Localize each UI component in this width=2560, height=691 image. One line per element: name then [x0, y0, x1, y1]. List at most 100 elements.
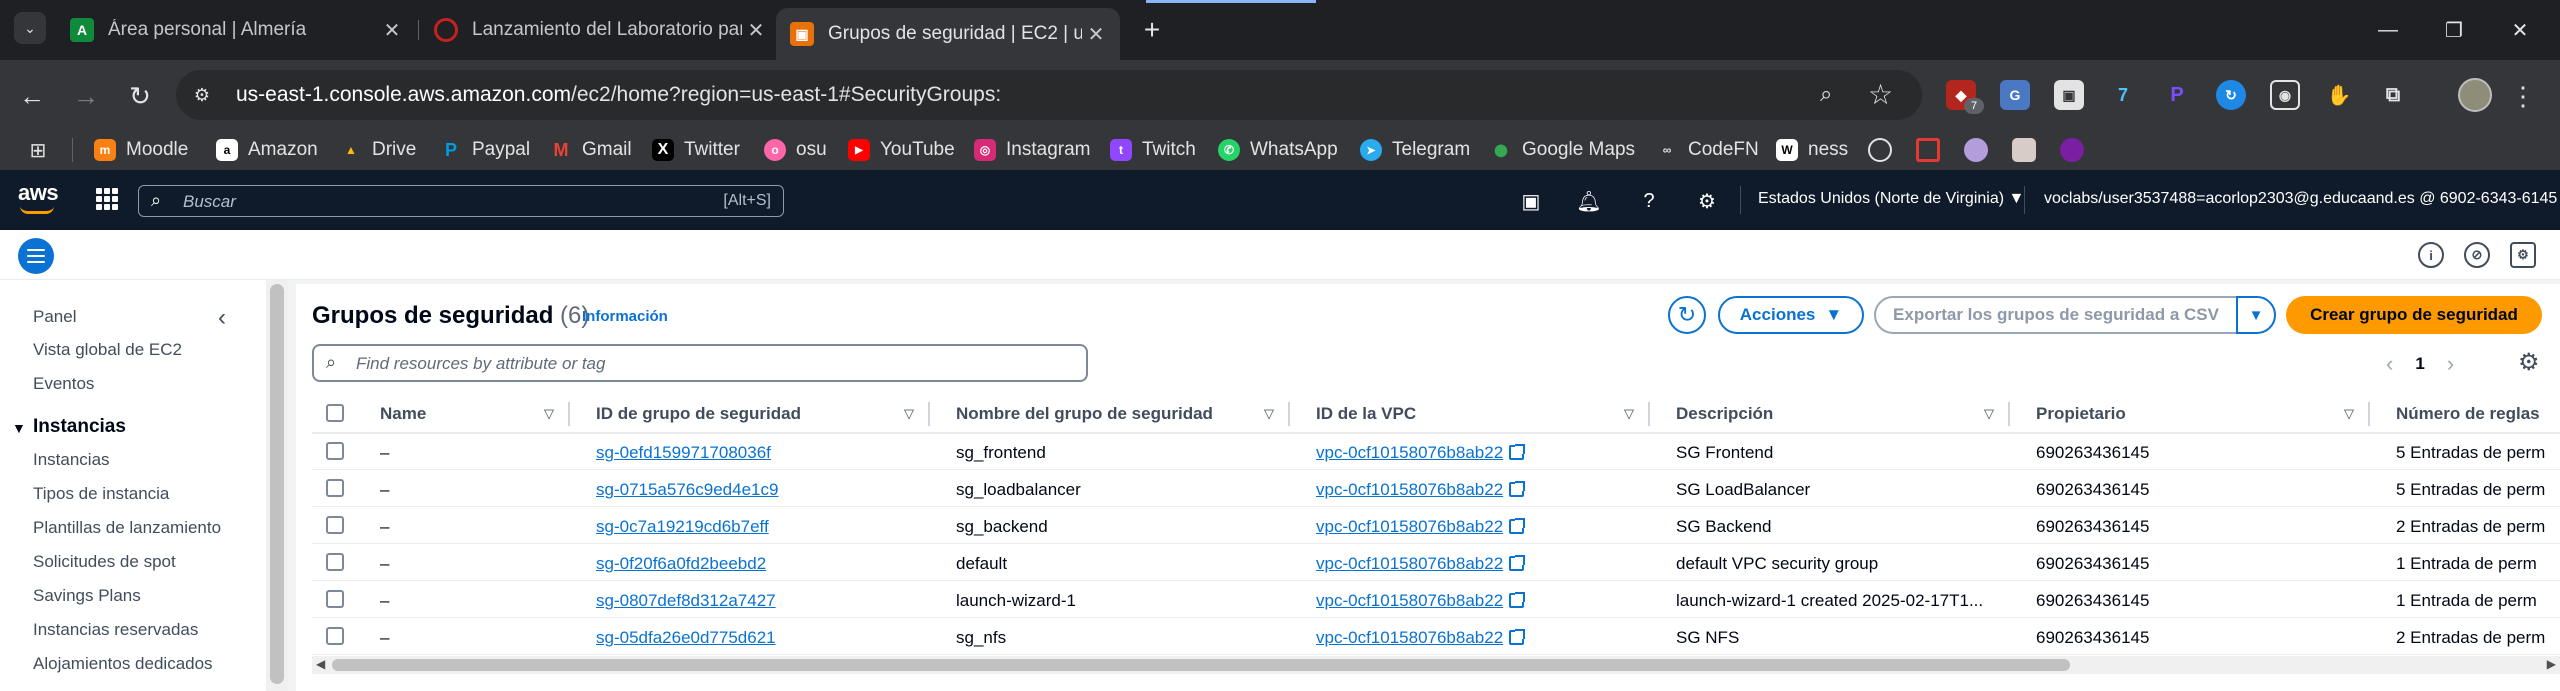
resource-filter-input[interactable]: ⌕ Find resources by attribute or tag [312, 344, 1088, 382]
side-nav-toggle-icon[interactable] [18, 238, 54, 274]
bookmark-codefn[interactable]: ∞ CodeFN [1656, 136, 1759, 164]
sync-extension-icon[interactable]: ↻ [2216, 80, 2246, 110]
col-name[interactable]: Name [380, 404, 540, 424]
create-security-group-button[interactable]: Crear grupo de seguridad [2286, 296, 2542, 334]
feedback-icon[interactable]: ⚙ [2510, 242, 2536, 268]
security-group-id-link[interactable]: sg-0807def8d312a7427 [596, 591, 916, 611]
bookmark-image-icon[interactable] [2012, 138, 2036, 162]
sort-icon[interactable]: ▽ [904, 406, 914, 422]
export-dropdown-button[interactable]: ▼ [2236, 296, 2276, 334]
site-info-icon[interactable]: ⚙ [190, 83, 214, 107]
row-checkbox[interactable] [326, 442, 344, 460]
picture-in-picture-icon[interactable]: ▣ [2054, 80, 2084, 110]
sort-icon[interactable]: ▽ [1984, 406, 1994, 422]
sort-icon[interactable]: ▽ [544, 406, 554, 422]
select-all-checkbox[interactable] [326, 404, 344, 422]
bookmark-instagram[interactable]: ◎ Instagram [974, 136, 1090, 164]
sidebar-item-spot-requests[interactable]: Solicitudes de spot [33, 552, 176, 572]
row-checkbox[interactable] [326, 627, 344, 645]
scroll-right-icon[interactable]: ▶ [2547, 657, 2556, 671]
row-checkbox[interactable] [326, 553, 344, 571]
table-row[interactable]: – sg-0efd159971708036f sg_frontend vpc-0cf1… [312, 434, 2560, 470]
settings-gear-icon[interactable]: ⚙ [1694, 188, 1720, 214]
notifications-bell-icon[interactable]: 🔔︎ [1576, 188, 1602, 214]
row-checkbox[interactable] [326, 590, 344, 608]
vpc-id-link[interactable]: vpc-0cf10158076b8ab22 [1316, 517, 1646, 537]
sort-icon[interactable]: ▽ [1624, 406, 1634, 422]
chrome-menu-icon[interactable]: ⋮ [2508, 76, 2538, 116]
tab-area-personal[interactable]: A Área personal | Almería ✕ [56, 8, 416, 52]
back-icon[interactable]: ← [12, 76, 52, 116]
tab-grupos-seguridad[interactable]: ▣ Grupos de seguridad | EC2 | us-east-1 … [776, 8, 1120, 60]
scroll-left-icon[interactable]: ◀ [316, 657, 325, 671]
close-tab-icon[interactable]: ✕ [1082, 20, 1110, 48]
bookmark-drive[interactable]: ▲ Drive [340, 136, 416, 164]
col-security-group-name[interactable]: Nombre del grupo de seguridad [956, 404, 1256, 424]
column-resizer[interactable] [928, 402, 930, 426]
bookmark-google-maps[interactable]: ⬤ Google Maps [1490, 136, 1635, 164]
tab-lanzamiento[interactable]: Lanzamiento del Laboratorio para ✕ [420, 8, 780, 52]
account-menu[interactable]: voclabs/user3537488=acorlop2303@g.educaa… [2044, 190, 2560, 208]
vpc-id-link[interactable]: vpc-0cf10158076b8ab22 [1316, 480, 1646, 500]
security-group-id-link[interactable]: sg-0efd159971708036f [596, 443, 916, 463]
security-group-id-link[interactable]: sg-05dfa26e0d775d621 [596, 628, 916, 648]
minimize-icon[interactable]: — [2368, 14, 2408, 46]
bookmark-telegram[interactable]: ➤ Telegram [1360, 136, 1470, 164]
sidebar-item-launch-templates[interactable]: Plantillas de lanzamiento [33, 518, 221, 538]
table-row[interactable]: – sg-0f20f6a0fd2beebd2 default vpc-0cf10158… [312, 545, 2560, 581]
apps-grid-icon[interactable]: ⊞ [26, 138, 50, 162]
table-row[interactable]: – sg-05dfa26e0d775d621 sg_nfs vpc-0cf101580… [312, 619, 2560, 655]
column-resizer[interactable] [1648, 402, 1650, 426]
bookmark-osu[interactable]: o osu [764, 136, 827, 164]
row-checkbox[interactable] [326, 516, 344, 534]
zoom-icon[interactable]: ⌕ [1820, 81, 1832, 107]
sidebar-item-dedicated-hosts[interactable]: Alojamientos dedicados [33, 654, 213, 674]
current-page[interactable]: 1 [2415, 354, 2424, 374]
column-resizer[interactable] [1288, 402, 1290, 426]
column-resizer[interactable] [2368, 402, 2370, 426]
info-link[interactable]: Información [582, 308, 668, 325]
table-row[interactable]: – sg-0807def8d312a7427 launch-wizard-1 vpc-… [312, 582, 2560, 618]
no-entry-icon[interactable]: ⊘ [2464, 242, 2490, 268]
incognito-extension-icon[interactable]: ◉ [2270, 80, 2300, 110]
sidebar-item-panel[interactable]: Panel [33, 307, 76, 327]
col-description[interactable]: Descripción [1676, 404, 1976, 424]
sort-icon[interactable]: ▽ [2344, 406, 2354, 422]
aws-logo[interactable]: aws [18, 180, 59, 220]
p-extension-icon[interactable]: P [2162, 80, 2192, 110]
scrollbar-thumb[interactable] [270, 284, 284, 684]
sidebar-item-events[interactable]: Eventos [33, 374, 94, 394]
help-icon[interactable]: ? [1636, 188, 1662, 214]
reload-icon[interactable]: ↻ [120, 76, 160, 116]
col-vpc-id[interactable]: ID de la VPC [1316, 404, 1616, 424]
refresh-button[interactable]: ↻ [1668, 296, 1706, 334]
cloudshell-icon[interactable]: ▣ [1518, 188, 1544, 214]
export-csv-button[interactable]: Exportar los grupos de seguridad a CSV [1874, 296, 2238, 334]
vpc-id-link[interactable]: vpc-0cf10158076b8ab22 [1316, 443, 1646, 463]
new-tab-icon[interactable]: + [1136, 14, 1168, 46]
url-text[interactable]: us-east-1.console.aws.amazon.com/ec2/hom… [236, 83, 1001, 107]
translate-extension-icon[interactable]: G [2000, 80, 2030, 110]
bookmark-whatsapp[interactable]: ✆ WhatsApp [1218, 136, 1338, 164]
bookmark-purple-icon[interactable] [2060, 138, 2084, 162]
bookmark-gmail[interactable]: M Gmail [550, 136, 632, 164]
close-tab-icon[interactable]: ✕ [378, 16, 406, 44]
typing-extension-icon[interactable]: 7 [2108, 80, 2138, 110]
vpc-id-link[interactable]: vpc-0cf10158076b8ab22 [1316, 591, 1646, 611]
close-window-icon[interactable]: ✕ [2500, 14, 2540, 46]
bookmark-youtube[interactable]: ▶ YouTube [848, 136, 955, 164]
col-rule-count[interactable]: Número de reglas [2396, 404, 2560, 424]
profile-avatar[interactable] [2458, 78, 2492, 112]
aws-search-input[interactable]: ⌕ Buscar [Alt+S] [138, 185, 784, 217]
tab-search-chevron-icon[interactable]: ⌄ [14, 12, 46, 44]
close-sidebar-icon[interactable]: ‹ [218, 304, 226, 332]
column-resizer[interactable] [568, 402, 570, 426]
table-row[interactable]: – sg-0715a576c9ed4e1c9 sg_loadbalancer vpc-… [312, 471, 2560, 507]
row-checkbox[interactable] [326, 479, 344, 497]
fire-extension-icon[interactable]: ✋ [2324, 80, 2354, 110]
bookmark-circle-icon[interactable] [1868, 138, 1892, 162]
bookmark-ness[interactable]: Wness [1776, 136, 1848, 164]
security-group-id-link[interactable]: sg-0715a576c9ed4e1c9 [596, 480, 916, 500]
address-bar[interactable]: ⚙ us-east-1.console.aws.amazon.com/ec2/h… [176, 70, 1922, 120]
sidebar-section-instances[interactable]: Instancias [33, 416, 126, 438]
